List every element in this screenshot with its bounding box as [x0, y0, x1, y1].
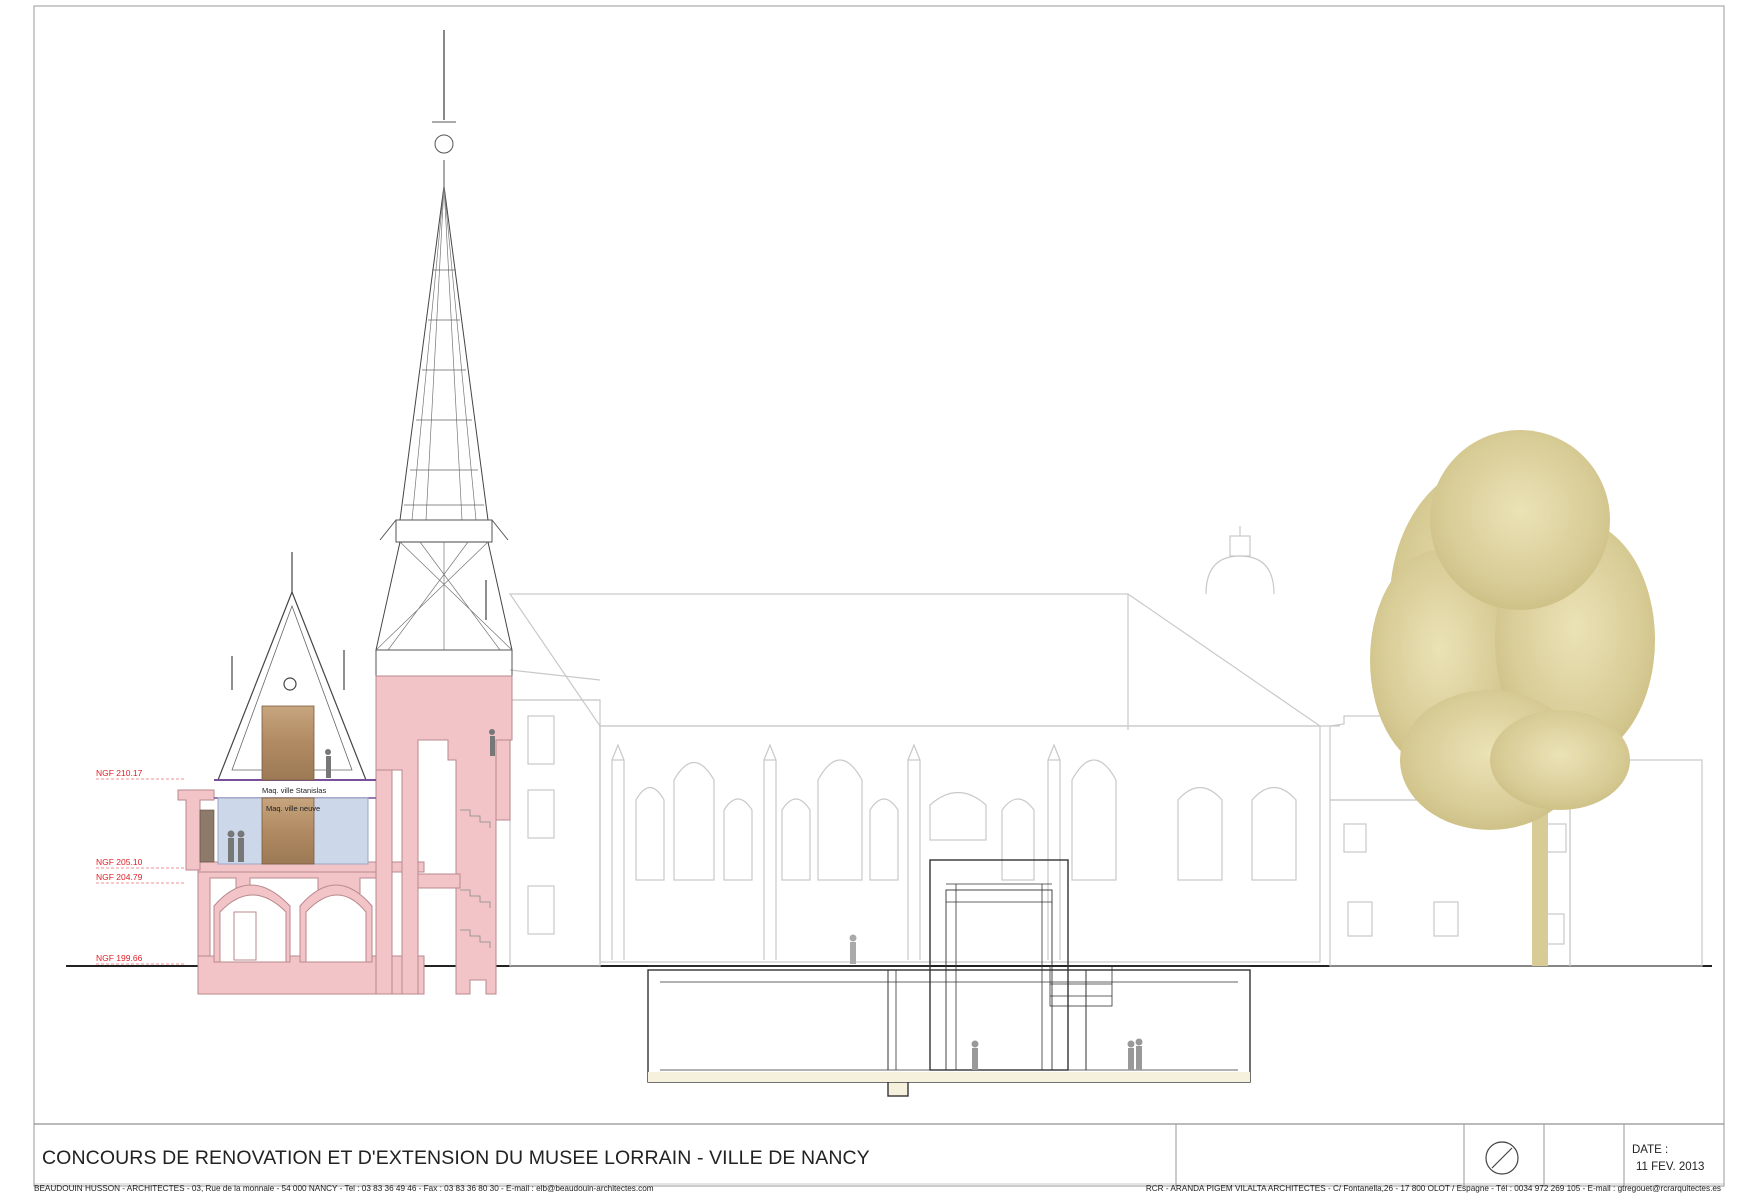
drawing-title: CONCOURS DE RENOVATION ET D'EXTENSION DU… [42, 1147, 870, 1169]
north-arrow-needle [1491, 1147, 1513, 1169]
tree-illustration [1370, 430, 1655, 966]
extension-slab-fill [648, 1072, 1250, 1082]
footer-credits-right: RCR - ARANDA PIGEM VILALTA ARCHITECTES -… [1145, 1184, 1721, 1193]
level-markers: NGF 210.17 NGF 205.10 NGF 204.79 NGF 199… [96, 768, 186, 965]
footer-credits-left: BEAUDOUIN HUSSON - ARCHITECTES - 03, Rue… [34, 1184, 654, 1193]
exhibit-label-upper: Maq. ville Stanislas [262, 786, 326, 795]
level-label-199: NGF 199.66 [96, 953, 143, 963]
date-label: DATE : [1632, 1144, 1669, 1156]
underground-extension [647, 859, 1251, 1097]
spire [375, 30, 513, 700]
architectural-section-drawing: NGF 210.17 NGF 205.10 NGF 204.79 NGF 199… [33, 5, 1725, 1187]
left-wall-panel [199, 809, 215, 863]
date-value: 11 FEV. 2013 [1636, 1161, 1705, 1173]
exhibit-label-lower: Maq. ville neuve [266, 804, 320, 813]
level-label-205: NGF 205.10 [96, 857, 143, 867]
exhibit-panel-upper [261, 705, 315, 781]
level-label-204: NGF 204.79 [96, 872, 143, 882]
level-label-210: NGF 210.17 [96, 768, 143, 778]
